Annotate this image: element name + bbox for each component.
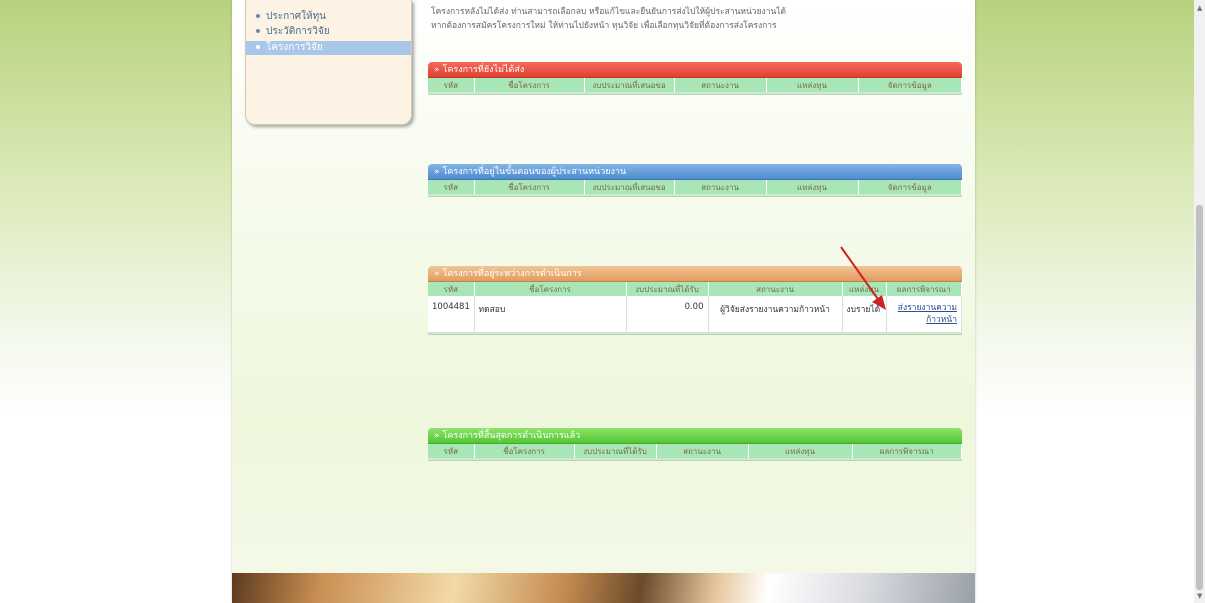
panel-title: โครงการที่ยังไม่ได้ส่ง [442,65,525,75]
column-header-id[interactable]: รหัส [428,180,475,194]
panel-in-progress: » โครงการที่อยู่ระหว่างการดำเนินการ รหัส … [428,266,962,335]
sidebar-item-label: ประวัติการวิจัย [266,26,330,37]
column-header-status[interactable]: สถานะงาน [674,180,767,194]
projects-table: รหัส ชื่อโครงการ งบประมาณที่เสนอขอ สถานะ… [428,180,962,194]
panel-header: » โครงการที่อยู่ระหว่างการดำเนินการ [428,266,962,282]
footer-banner-image [232,573,975,603]
submit-progress-report-link[interactable]: ส่งรายงานความก้าวหน้า [898,303,957,325]
column-header-manage[interactable]: จัดการข้อมูล [858,78,962,92]
column-header-source[interactable]: แหล่งทุน [766,180,859,194]
panel-completed: » โครงการที่สิ้นสุดการดำเนินการแล้ว รหัส … [428,428,962,461]
double-chevron-icon: » [434,167,440,177]
scroll-down-icon[interactable]: ▼ [1197,592,1202,600]
column-header-budget[interactable]: งบประมาณที่เสนอขอ [584,78,675,92]
column-header-source[interactable]: แหล่งทุน [748,444,853,458]
panel-not-sent: » โครงการที่ยังไม่ได้ส่ง รหัส ชื่อโครงการ… [428,62,962,95]
column-header-budget[interactable]: งบประมาณที่ได้รับ [626,282,709,296]
projects-table: รหัส ชื่อโครงการ งบประมาณที่ได้รับ สถานะ… [428,282,962,332]
bullet-icon [256,45,260,49]
panel-coordinator-stage: » โครงการที่อยู่ในขั้นตอนของผู้ประสานหน่ว… [428,164,962,197]
cell-result: ส่งรายงานความก้าวหน้า [886,296,962,332]
column-header-name[interactable]: ชื่อโครงการ [474,180,585,194]
column-header-id[interactable]: รหัส [428,444,475,458]
column-header-id[interactable]: รหัส [428,282,475,296]
double-chevron-icon: » [434,65,440,75]
cell-name: ทดสอบ [474,296,627,332]
cell-budget: 0.00 [626,296,709,332]
bullet-icon [256,29,260,33]
panel-header: » โครงการที่สิ้นสุดการดำเนินการแล้ว [428,428,962,444]
table-footer-line [428,332,962,335]
column-header-budget[interactable]: งบประมาณที่เสนอขอ [584,180,675,194]
link-line-1: ส่งรายงานความ [897,303,957,313]
column-header-status[interactable]: สถานะงาน [656,444,749,458]
scroll-up-icon[interactable]: ▲ [1197,4,1202,12]
panel-title: โครงการที่สิ้นสุดการดำเนินการแล้ว [442,431,581,441]
sidebar-item-research-projects[interactable]: โครงการวิจัย [246,41,411,55]
sidebar-item-label: โครงการวิจัย [266,42,323,53]
column-header-budget[interactable]: งบประมาณที่ได้รับ [574,444,657,458]
column-header-status[interactable]: สถานะงาน [674,78,767,92]
column-header-result[interactable]: ผลการพิจารณา [886,282,962,296]
panel-header: » โครงการที่ยังไม่ได้ส่ง [428,62,962,78]
table-footer-line [428,194,962,197]
column-header-id[interactable]: รหัส [428,78,475,92]
table-footer-line [428,458,962,461]
cell-status: ผู้วิจัยส่งรายงานความก้าวหน้า [708,296,843,332]
cell-source: งบรายได้ [842,296,887,332]
scrollbar-thumb[interactable] [1196,205,1203,590]
link-line-2: ก้าวหน้า [926,315,957,325]
column-header-status[interactable]: สถานะงาน [708,282,843,296]
sidebar-item-label: ประกาศให้ทุน [266,11,327,22]
column-header-source[interactable]: แหล่งทุน [766,78,859,92]
sidebar-item-grant-announcement[interactable]: ประกาศให้ทุน [246,10,411,24]
column-header-name[interactable]: ชื่อโครงการ [474,78,585,92]
panel-header: » โครงการที่อยู่ในขั้นตอนของผู้ประสานหน่ว… [428,164,962,180]
cell-id: 1004481 [428,296,475,332]
column-header-name[interactable]: ชื่อโครงการ [474,444,575,458]
column-header-name[interactable]: ชื่อโครงการ [474,282,627,296]
intro-text-line-1: โครงการหลังไม่ได้ส่ง ท่านสามารถเลือกลบ ห… [431,7,787,17]
vertical-scrollbar[interactable]: ▲ ▼ [1194,0,1205,603]
intro-text-line-2: หากต้องการสมัครโครงการใหม่ ให้ท่านไปยังห… [431,21,777,31]
bullet-icon [256,14,260,18]
table-footer-line [428,92,962,95]
column-header-result[interactable]: ผลการพิจารณา [852,444,962,458]
panel-title: โครงการที่อยู่ระหว่างการดำเนินการ [442,269,582,279]
panel-title: โครงการที่อยู่ในขั้นตอนของผู้ประสานหน่วย… [442,167,627,177]
table-row: 1004481 ทดสอบ 0.00 ผู้วิจัยส่งรายงานความ… [428,296,962,332]
projects-table: รหัส ชื่อโครงการ งบประมาณที่ได้รับ สถานะ… [428,444,962,458]
projects-table: รหัส ชื่อโครงการ งบประมาณที่เสนอขอ สถานะ… [428,78,962,92]
sidebar-menu: ประกาศให้ทุน ประวัติการวิจัย โครงการวิจั… [245,0,412,125]
sidebar-item-research-history[interactable]: ประวัติการวิจัย [246,25,411,39]
column-header-source[interactable]: แหล่งทุน [842,282,887,296]
column-header-manage[interactable]: จัดการข้อมูล [858,180,962,194]
double-chevron-icon: » [434,431,440,441]
double-chevron-icon: » [434,269,440,279]
